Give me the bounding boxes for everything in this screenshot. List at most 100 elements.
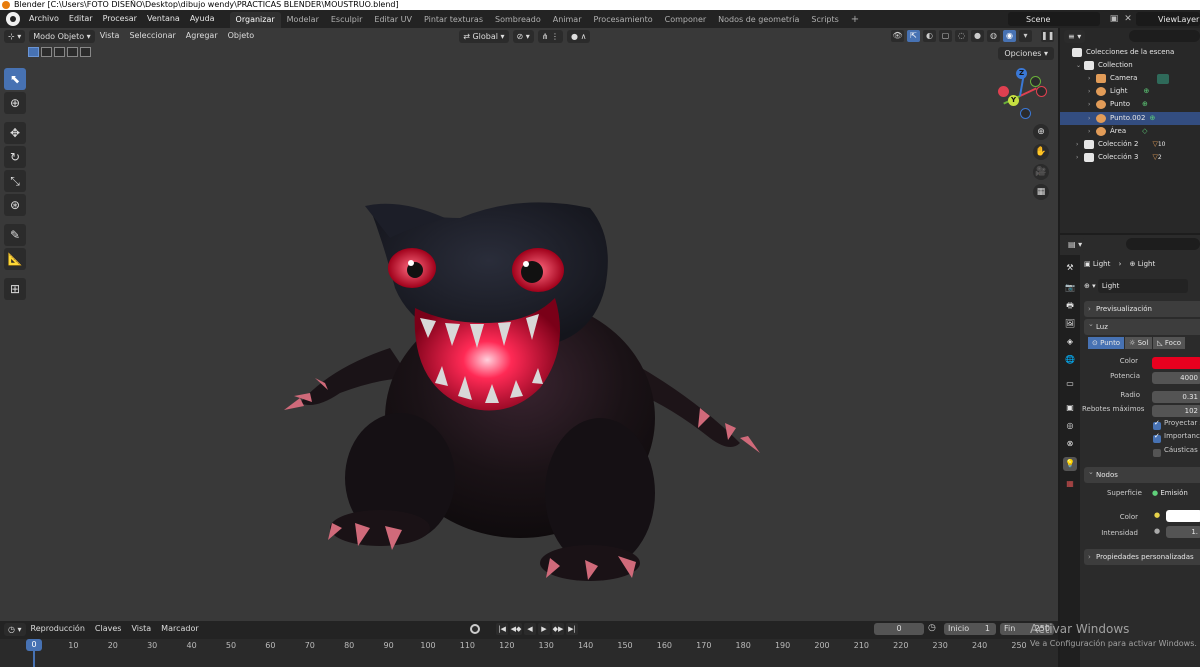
potencia-field[interactable]: 4000 — [1152, 372, 1200, 384]
navigation-gizmo[interactable]: Z Y — [992, 68, 1048, 124]
record-icon[interactable] — [470, 624, 480, 634]
light-type-punto[interactable]: ⊙ Punto — [1088, 337, 1125, 349]
intensidad-field[interactable]: 1. — [1166, 526, 1200, 538]
outliner-row-collection[interactable]: ⌄ Collection — [1076, 59, 1133, 72]
annotate-tool-icon[interactable]: ✎ — [4, 224, 26, 246]
play-reverse-icon[interactable]: ◀ — [524, 623, 536, 635]
select-subtract-icon[interactable] — [54, 47, 65, 57]
menu-procesar[interactable]: Procesar — [98, 10, 142, 28]
camera-view-icon[interactable]: 🎥 — [1033, 164, 1049, 180]
tab-procesamiento[interactable]: Procesamiento — [588, 12, 659, 28]
play-icon[interactable]: ▶ — [538, 623, 550, 635]
light-color-swatch[interactable] — [1152, 357, 1200, 369]
perspective-grid-icon[interactable]: ▦ — [1033, 184, 1049, 200]
transform-orientation-dropdown[interactable]: ⇄ Global ▾ — [459, 29, 509, 43]
gizmo-y-axis[interactable]: Y — [1008, 95, 1019, 106]
tab-scripts[interactable]: Scripts — [805, 12, 844, 28]
physics-tab-icon[interactable]: ◎ — [1063, 419, 1077, 433]
gizmo-y-negative[interactable] — [1030, 76, 1041, 87]
menu-ayuda[interactable]: Ayuda — [185, 10, 220, 28]
emission-color-swatch[interactable] — [1166, 510, 1200, 522]
tab-pintar-texturas[interactable]: Pintar texturas — [418, 12, 489, 28]
outliner-row-area[interactable]: › Área ◇ — [1088, 125, 1148, 138]
properties-editor-type[interactable]: ▤ ▾ — [1064, 237, 1087, 251]
new-scene-icon[interactable]: ▣ — [1108, 13, 1120, 25]
outliner-search-input[interactable] — [1129, 30, 1200, 42]
rotate-tool-icon[interactable]: ↻ — [4, 146, 26, 168]
next-keyframe-icon[interactable]: ◆▶ — [552, 623, 564, 635]
menu-reproduccion[interactable]: Reproducción — [26, 621, 90, 637]
jump-end-icon[interactable]: ▶| — [566, 623, 578, 635]
tab-sombreado[interactable]: Sombreado — [489, 12, 547, 28]
overlay-toggle-icon[interactable]: ◐ — [923, 30, 936, 42]
menu-vista[interactable]: Vista — [95, 28, 125, 44]
shading-options-icon[interactable]: ▾ — [1019, 30, 1032, 42]
light-data-tab-icon[interactable]: 💡 — [1063, 457, 1077, 471]
scene-tab-icon[interactable]: ◈ — [1063, 335, 1077, 349]
outliner-row-coleccion3[interactable]: › Colección 3 ▽ 2 — [1076, 151, 1162, 164]
visibility-icon[interactable]: 👁 — [891, 30, 904, 42]
scale-tool-icon[interactable]: ⤡ — [4, 170, 26, 192]
shading-wireframe-icon[interactable]: ◌ — [955, 30, 968, 42]
select-extend-icon[interactable] — [41, 47, 52, 57]
outliner-row-punto002[interactable]: › Punto.002 ⊕ — [1088, 112, 1155, 125]
tab-componer[interactable]: Componer — [659, 12, 713, 28]
menu-editar[interactable]: Editar — [64, 10, 98, 28]
menu-archivo[interactable]: Archivo — [24, 10, 64, 28]
caustics-checkbox[interactable] — [1153, 449, 1161, 457]
texture-tab-icon[interactable]: ▦ — [1063, 477, 1077, 491]
timeline-editor-type[interactable]: ◷ ▾ — [4, 622, 26, 636]
select-invert-icon[interactable] — [67, 47, 78, 57]
object-tab-icon[interactable]: ▣ — [1063, 401, 1077, 415]
gizmo-z-axis[interactable]: Z — [1016, 68, 1027, 79]
outliner-scene-collection[interactable]: Colecciones de la escena — [1072, 46, 1174, 59]
view-layer-selector[interactable]: ViewLayer — [1136, 12, 1200, 26]
cursor-tool-icon[interactable]: ⊕ — [4, 92, 26, 114]
light-type-foco[interactable]: ◺ Foco — [1153, 337, 1186, 349]
jump-start-icon[interactable]: |◀ — [496, 623, 508, 635]
constraints-tab-icon[interactable]: ⊗ — [1063, 437, 1077, 451]
add-workspace-button[interactable]: + — [845, 12, 865, 28]
tab-nodos-geometria[interactable]: Nodos de geometría — [712, 12, 805, 28]
panel-propiedades-personalizadas[interactable]: Propiedades personalizadas — [1084, 549, 1200, 565]
shading-rendered-icon[interactable]: ◉ — [1003, 30, 1016, 42]
menu-agregar[interactable]: Agregar — [181, 28, 223, 44]
timeline-ruler[interactable]: 0 10 20 30 40 50 60 70 80 90 100 110 120 130 140 150 16… — [0, 639, 1058, 667]
stopwatch-icon[interactable]: ◷ — [928, 623, 940, 635]
outliner-row-punto[interactable]: › Punto ⊕ — [1088, 98, 1148, 111]
options-dropdown[interactable]: Opciones ▾ — [998, 47, 1054, 60]
transform-tool-icon[interactable]: ⊛ — [4, 194, 26, 216]
collection-tab-icon[interactable]: ▭ — [1063, 377, 1077, 391]
output-tab-icon[interactable]: 🖶 — [1063, 299, 1077, 313]
select-intersect-icon[interactable] — [80, 47, 91, 57]
menu-seleccionar[interactable]: Seleccionar — [124, 28, 180, 44]
editor-type-button[interactable]: ⊹ ▾ — [4, 29, 26, 43]
mode-dropdown[interactable]: Modo Objeto ▾ — [29, 29, 95, 43]
outliner-row-coleccion2[interactable]: › Colección 2 ▽ 10 — [1076, 138, 1166, 151]
outliner-row-camera[interactable]: › Camera — [1088, 72, 1170, 85]
shading-material-icon[interactable]: ◍ — [987, 30, 1000, 42]
move-tool-icon[interactable]: ✥ — [4, 122, 26, 144]
start-frame-field[interactable]: Inicio 1 — [944, 623, 996, 635]
zoom-icon[interactable]: ⊕ — [1033, 124, 1049, 140]
panel-previsualizacion[interactable]: Previsualización — [1084, 301, 1200, 317]
render-tab-icon[interactable]: 📷 — [1063, 281, 1077, 295]
menu-objeto[interactable]: Objeto — [223, 28, 260, 44]
light-type-sol[interactable]: ☼ Sol — [1125, 337, 1153, 349]
current-frame-field[interactable]: 0 — [874, 623, 924, 635]
panel-nodos[interactable]: Nodos — [1084, 464, 1200, 483]
3d-viewport[interactable]: ⊹ ▾ Modo Objeto ▾ Vista Seleccionar Agre… — [0, 28, 1058, 621]
scene-selector[interactable]: Scene — [1008, 12, 1100, 26]
menu-ventana[interactable]: Ventana — [142, 10, 185, 28]
view-layer-tab-icon[interactable]: 🖼 — [1063, 317, 1077, 331]
rebotes-field[interactable]: 102 — [1152, 405, 1200, 417]
outliner-row-light[interactable]: › Light ⊕ — [1088, 85, 1149, 98]
proportional-edit-icon[interactable]: ● ∧ — [567, 29, 591, 43]
snap-toggle-icon[interactable]: ⋔ ⋮ — [537, 29, 564, 43]
blender-menu-icon[interactable] — [6, 12, 20, 26]
xray-toggle-icon[interactable]: ▢ — [939, 30, 952, 42]
delete-scene-icon[interactable]: ✕ — [1122, 13, 1134, 25]
pivot-point-dropdown[interactable]: ⊘ ▾ — [512, 29, 534, 43]
datablock-selector[interactable]: ⊕ ▾ Light — [1082, 279, 1200, 293]
prev-keyframe-icon[interactable]: ◀◆ — [510, 623, 522, 635]
